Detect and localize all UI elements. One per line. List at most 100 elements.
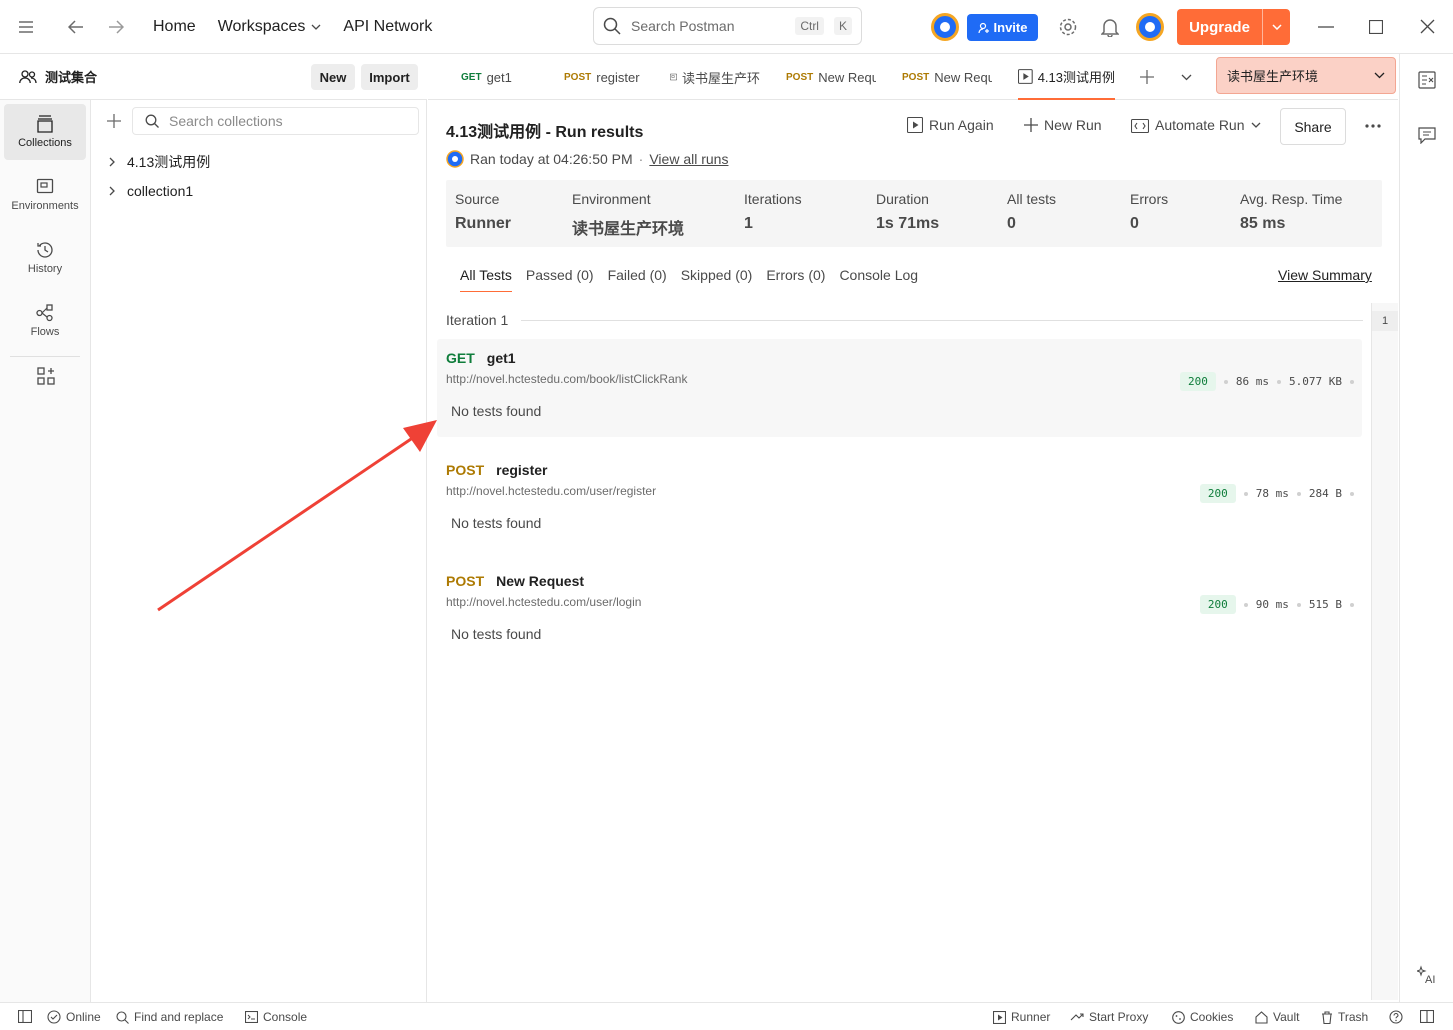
import-button[interactable]: Import (361, 64, 418, 90)
environment-tab-icon (670, 73, 677, 81)
tab-method: GET (461, 71, 482, 83)
console-button[interactable]: Console (245, 1010, 307, 1024)
team-avatar[interactable] (931, 13, 959, 41)
api-documentation-icon[interactable] (1418, 71, 1436, 89)
stat-label: All tests (1007, 191, 1057, 207)
automate-icon (1131, 118, 1149, 133)
notifications-bell-icon[interactable] (1101, 17, 1119, 37)
request-result-row[interactable]: GET get1 http://novel.hctestedu.com/book… (437, 339, 1362, 437)
comments-icon[interactable] (1418, 127, 1436, 144)
request-result-row[interactable]: POST register http://novel.hctestedu.com… (437, 451, 1362, 549)
menu-icon[interactable] (6, 7, 46, 47)
invite-button[interactable]: Invite (967, 14, 1038, 41)
start-proxy-button[interactable]: Start Proxy (1070, 1010, 1148, 1024)
filter-console-log[interactable]: Console Log (839, 267, 918, 292)
test-results-text: No tests found (451, 626, 542, 642)
stat-iterations: Iterations 1 (744, 191, 802, 233)
automate-run-label: Automate Run (1155, 117, 1245, 133)
runner-results-tab[interactable]: 4.13测试用例 (1018, 54, 1115, 100)
stat-label: Errors (1130, 191, 1169, 207)
close-window-icon[interactable] (1420, 19, 1435, 34)
new-run-button[interactable]: New Run (1024, 117, 1102, 133)
stat-value: 85 ms (1240, 215, 1286, 232)
filter-passed[interactable]: Passed (0) (526, 267, 594, 292)
runner-button[interactable]: Runner (993, 1010, 1050, 1024)
two-pane-view-icon[interactable] (1420, 1010, 1434, 1023)
request-tab[interactable]: GET get1 (461, 54, 541, 100)
filter-all-tests[interactable]: All Tests (460, 267, 512, 292)
iteration-number[interactable]: 1 (1372, 311, 1398, 331)
configure-workbench-icon[interactable] (0, 367, 91, 385)
request-tab[interactable]: POST New Requ (902, 54, 992, 100)
filter-failed[interactable]: Failed (0) (608, 267, 667, 292)
maximize-window-icon[interactable] (1369, 20, 1383, 34)
rail-collections[interactable]: Collections (4, 104, 86, 160)
search-collections-input[interactable]: Search collections (132, 107, 419, 135)
vault-button[interactable]: Vault (1255, 1010, 1299, 1024)
collection-item[interactable]: collection1 (109, 183, 193, 199)
tabs-overflow-chevron-icon[interactable] (1181, 74, 1192, 81)
cookies-button[interactable]: Cookies (1172, 1010, 1233, 1024)
automate-run-button[interactable]: Automate Run (1131, 117, 1261, 133)
more-options-icon[interactable] (1365, 124, 1381, 128)
upgrade-button[interactable]: Upgrade (1177, 9, 1290, 45)
add-collection-icon[interactable] (107, 114, 121, 128)
run-timestamp: Ran today at 04:26:50 PM (470, 151, 633, 167)
filter-skipped[interactable]: Skipped (0) (681, 267, 753, 292)
request-result-row[interactable]: POST New Request http://novel.hctestedu.… (437, 562, 1362, 660)
collection-item[interactable]: 4.13测试用例 (109, 152, 210, 172)
collections-sidebar: Search collections 4.13测试用例 collection1 (91, 100, 427, 1002)
view-all-runs-link[interactable]: View all runs (649, 151, 728, 167)
new-button[interactable]: New (311, 64, 355, 90)
online-status[interactable]: Online (47, 1010, 101, 1024)
run-timestamp-line: Ran today at 04:26:50 PM · View all runs (446, 150, 728, 168)
response-size: 515 B (1308, 598, 1342, 611)
rail-flows[interactable]: Flows (4, 293, 86, 349)
upgrade-chevron-icon[interactable] (1262, 9, 1290, 45)
run-stats-summary: Source Runner Environment 读书屋生产环境 Iterat… (446, 180, 1382, 247)
tab-name: New Requ (934, 69, 992, 85)
tab-name: 4.13测试用例 (1037, 69, 1115, 85)
rail-history[interactable]: History (4, 230, 86, 286)
nav-workspaces[interactable]: Workspaces (218, 18, 322, 36)
share-button[interactable]: Share (1280, 108, 1346, 145)
nav-home[interactable]: Home (153, 18, 196, 36)
forward-arrow-icon[interactable] (96, 7, 136, 47)
upgrade-label: Upgrade (1189, 18, 1250, 36)
separator-dot (1223, 379, 1228, 384)
rail-environments[interactable]: Environments (4, 167, 86, 223)
rail-environments-label: Environments (11, 200, 79, 212)
toggle-sidebar-icon[interactable] (18, 1010, 32, 1023)
run-results-panel: 4.13测试用例 - Run results Run Again New Run… (428, 100, 1398, 1002)
collection-name: collection1 (127, 183, 194, 199)
filter-errors[interactable]: Errors (0) (766, 267, 825, 292)
global-search[interactable]: Search Postman Ctrl K (593, 7, 862, 45)
rail-collections-label: Collections (18, 137, 72, 149)
settings-gear-icon[interactable] (1058, 17, 1078, 37)
rail-divider (10, 356, 80, 357)
runner-avatar-icon (446, 150, 464, 168)
ai-assistant-icon[interactable]: AI (1417, 965, 1437, 985)
environment-tab[interactable]: 读书屋生产环 (670, 54, 760, 100)
request-method: GET (446, 350, 475, 366)
find-replace-button[interactable]: Find and replace (116, 1010, 223, 1024)
proxy-icon (1070, 1012, 1084, 1020)
stat-errors: Errors 0 (1130, 191, 1168, 233)
minimize-window-icon[interactable] (1318, 26, 1334, 28)
new-tab-plus-icon[interactable] (1140, 70, 1154, 84)
request-tab[interactable]: POST New Requ (786, 54, 876, 100)
separator-dot (1350, 491, 1354, 496)
view-summary-link[interactable]: View Summary (1278, 267, 1372, 283)
stat-value: 读书屋生产环境 (572, 221, 685, 238)
run-tab-icon (1018, 68, 1033, 84)
chevron-down-icon (1251, 122, 1260, 128)
help-icon[interactable] (1389, 1010, 1403, 1024)
user-avatar[interactable] (1136, 13, 1164, 41)
environment-selector[interactable]: 读书屋生产环境 (1216, 57, 1396, 94)
request-tab[interactable]: POST register (564, 54, 654, 100)
run-again-button[interactable]: Run Again (907, 117, 994, 133)
trash-button[interactable]: Trash (1321, 1010, 1368, 1024)
nav-api-network[interactable]: API Network (343, 18, 432, 36)
status-badge: 200 (1180, 372, 1216, 391)
back-arrow-icon[interactable] (56, 7, 96, 47)
